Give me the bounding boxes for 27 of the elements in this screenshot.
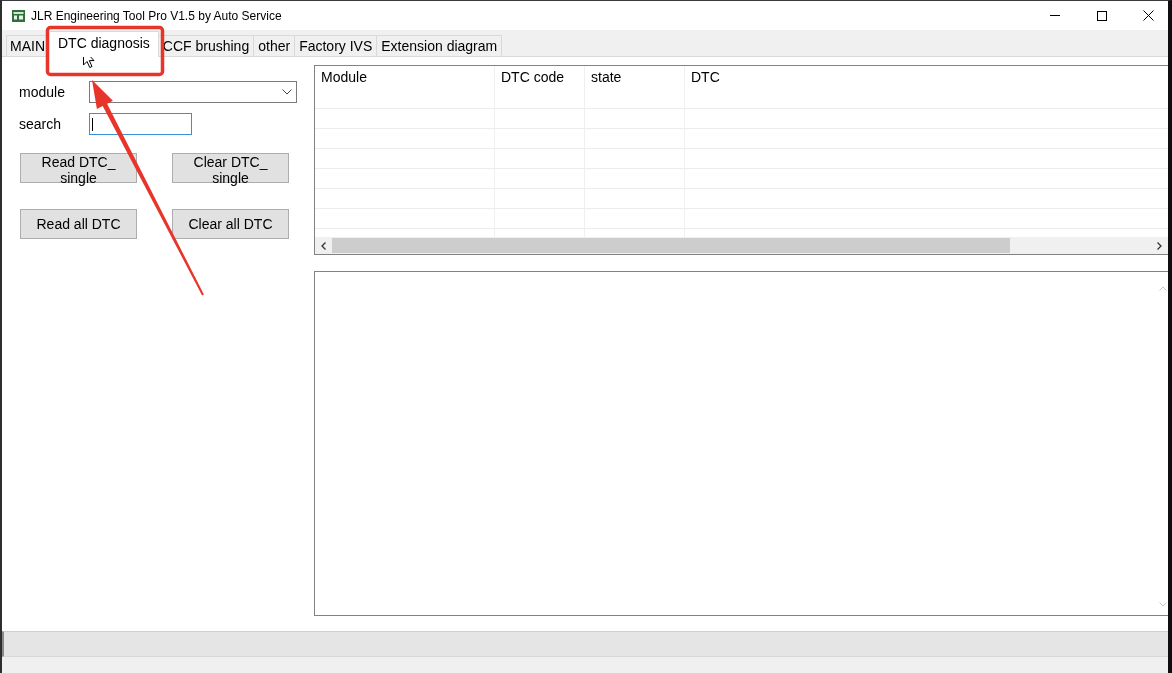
close-icon[interactable] [1143,10,1154,21]
chevron-right-icon[interactable] [1157,241,1162,250]
column-header[interactable]: Module [315,66,495,89]
tab[interactable]: Factory IVS [295,35,378,56]
column-header[interactable]: DTC code [495,66,585,89]
minimize-icon[interactable] [1049,15,1060,16]
maximize-icon[interactable] [1096,10,1107,21]
tab[interactable]: DTC diagnosis [49,31,159,57]
tab[interactable]: Extension diagram [377,35,503,56]
action-button[interactable]: Read all DTC [20,209,137,239]
chevron-left-icon[interactable] [321,241,326,250]
column-header[interactable]: state [585,66,685,89]
action-button[interactable]: Clear all DTC [172,209,289,239]
tab[interactable]: other [254,35,296,56]
chevron-down-icon [282,89,292,95]
search-field[interactable] [89,113,192,135]
window-title: JLR Engineering Tool Pro V1.5 by Auto Service [31,8,283,23]
app-icon [12,9,25,22]
field-label: search [19,116,62,132]
horizontal-scrollbar[interactable] [315,237,1168,254]
scrollbar-thumb[interactable] [332,238,1010,253]
field-label: module [19,84,65,100]
tab[interactable]: CCF brushing [158,35,255,56]
module-dropdown[interactable] [89,81,297,103]
tab[interactable]: MAIN [6,35,49,56]
column-header[interactable]: DTC [685,66,1168,89]
text-cursor-icon [92,117,93,131]
